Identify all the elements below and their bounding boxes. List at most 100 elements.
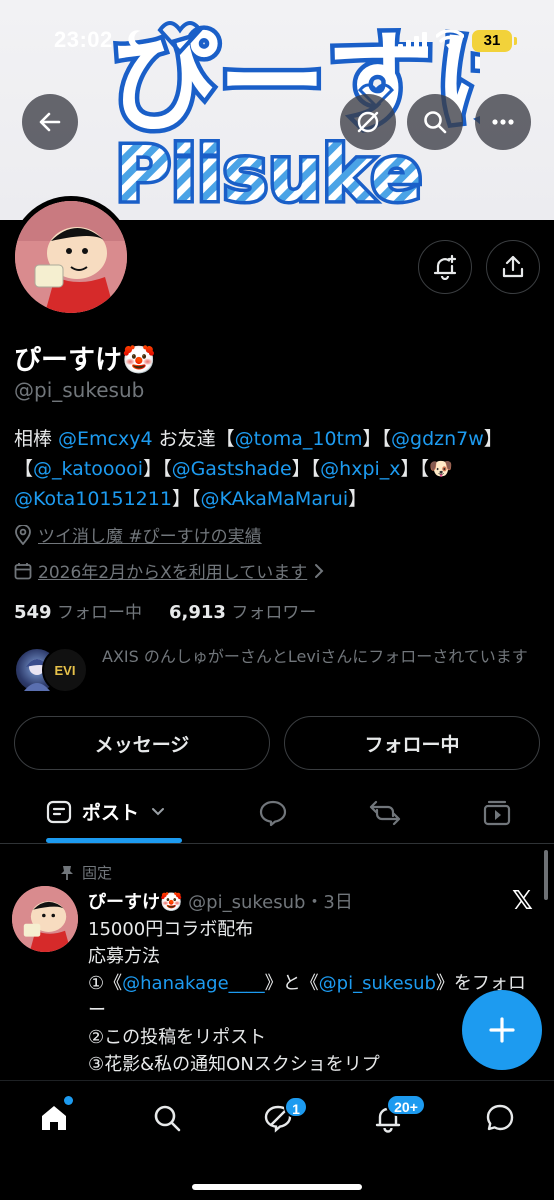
media-icon xyxy=(483,800,511,826)
status-bar: 23:02 31 xyxy=(0,0,554,80)
search-button[interactable] xyxy=(407,94,463,150)
bio-text: 】【🐶 xyxy=(400,458,453,480)
notify-subscribe-button[interactable] xyxy=(418,240,472,294)
bio-mention[interactable]: @hxpi_x xyxy=(320,458,400,480)
bio-mention[interactable]: @gdzn7w xyxy=(391,428,484,450)
pinned-label: 固定 xyxy=(82,864,113,882)
post-author-avatar[interactable] xyxy=(12,886,78,952)
followed-by-text: AXIS のんしゅがーさんとLeviさんにフォローされています xyxy=(102,647,528,666)
post-timestamp[interactable]: ・3日 xyxy=(305,892,352,913)
repost-icon xyxy=(369,800,401,826)
bio-mention[interactable]: @Gastshade xyxy=(172,458,292,480)
nav-search[interactable] xyxy=(143,1098,191,1138)
profile-name: ぴーすけ🤡 xyxy=(14,345,156,376)
search-icon xyxy=(154,1105,181,1132)
nav-messages[interactable] xyxy=(476,1098,524,1138)
post-text: 》と《 xyxy=(264,973,319,994)
bio-mention[interactable]: @toma_10tm xyxy=(235,428,363,450)
profile-bio: 相棒 @Emcxy4 お友達【@toma_10tm】【@gdzn7w】 【@_ka… xyxy=(14,424,544,514)
tab-active-indicator xyxy=(46,838,182,843)
nav-home[interactable] xyxy=(30,1096,78,1138)
more-horizontal-icon xyxy=(492,119,514,125)
x-logo-icon: 𝕏 xyxy=(512,886,533,916)
home-indicator xyxy=(192,1184,362,1190)
profile-handle: @pi_sukesub xyxy=(14,378,145,402)
post-line: ①《@hanakage____》と《@pi_sukesub》をフォロー xyxy=(88,970,528,1024)
search-icon xyxy=(424,111,447,134)
bio-mention[interactable]: @Kota10151211 xyxy=(14,488,172,510)
tab-reposts[interactable] xyxy=(368,798,402,832)
status-time: 23:02 xyxy=(54,27,113,52)
bio-mention[interactable]: @KAkaMaMarui xyxy=(200,488,348,510)
arrow-left-icon xyxy=(39,112,61,132)
following-label: フォロー中 xyxy=(56,603,142,623)
tab-posts-label: ポスト xyxy=(82,802,140,824)
nav-notifications-badge: 20+ xyxy=(386,1094,426,1116)
post-text: ①《 xyxy=(88,973,123,994)
home-unread-dot xyxy=(64,1096,73,1105)
wifi-icon xyxy=(436,30,464,50)
bio-text: 】 xyxy=(483,428,503,450)
bio-text: 相棒 xyxy=(14,428,59,450)
bio-text: 【 xyxy=(14,458,34,480)
profile-joined[interactable]: 2026年2月からXを利用しています xyxy=(14,558,325,583)
plus-icon xyxy=(489,1017,515,1043)
follow-counts: 549 フォロー中 6,913 フォロワー xyxy=(14,598,316,623)
calendar-icon xyxy=(14,562,32,579)
post-icon xyxy=(46,800,72,823)
post-author-name[interactable]: ぴーすけ🤡 xyxy=(88,892,182,913)
post-line: 15000円コラボ配布 xyxy=(88,919,254,940)
post-line: ③花影&私の通知ONスクショをリプ xyxy=(88,1054,380,1075)
share-upload-icon xyxy=(502,255,524,278)
home-icon xyxy=(42,1106,66,1130)
grok-icon xyxy=(357,111,379,133)
chevron-down-icon xyxy=(152,807,165,815)
followers-link[interactable]: 6,913 フォロワー xyxy=(169,602,316,623)
pin-icon xyxy=(61,865,73,880)
bio-text: 】【 xyxy=(171,488,201,510)
following-button[interactable]: フォロー中 xyxy=(284,716,540,770)
post-header: ぴーすけ🤡 @pi_sukesub・3日 xyxy=(88,888,353,914)
message-button[interactable]: メッセージ xyxy=(14,716,270,770)
profile-tabs: ポスト xyxy=(0,786,554,844)
followed-by[interactable]: EVI AXIS のんしゅがーさんとLeviさんにフォローされています xyxy=(14,644,544,700)
joined-text[interactable]: 2026年2月からXを利用しています xyxy=(38,558,307,583)
following-link[interactable]: 549 フォロー中 xyxy=(14,602,142,623)
profile-avatar[interactable] xyxy=(10,196,132,318)
avatar-image xyxy=(15,201,127,313)
post-body[interactable]: 15000円コラボ配布 応募方法 ①《@hanakage____》と《@pi_s… xyxy=(88,916,528,1078)
chat-bubble-icon xyxy=(486,1104,514,1131)
bio-text: 】【 xyxy=(291,458,321,480)
follower-avatar: EVI xyxy=(42,647,88,693)
location-pin-icon xyxy=(15,524,31,545)
post-author-handle[interactable]: @pi_sukesub xyxy=(188,892,305,913)
following-count: 549 xyxy=(14,602,52,623)
bio-text: お友達【 xyxy=(152,428,235,450)
bio-text: 】 xyxy=(348,488,368,510)
bio-mention[interactable]: @_katooooi xyxy=(33,458,143,480)
bell-plus-icon xyxy=(433,254,457,280)
avatar xyxy=(15,201,127,313)
tab-posts[interactable]: ポスト xyxy=(46,798,167,825)
compose-button[interactable] xyxy=(462,990,542,1070)
post-mention[interactable]: @hanakage____ xyxy=(122,973,265,994)
bio-mention-partner[interactable]: @Emcxy4 xyxy=(58,428,153,450)
bio-text: 】【 xyxy=(143,458,172,480)
location-text[interactable]: ツイ消し魔 #ぴーすけの実績 xyxy=(38,522,262,547)
follower-badge-text: EVI xyxy=(54,662,76,678)
tab-replies[interactable] xyxy=(258,798,288,832)
bio-text: 】【 xyxy=(362,428,392,450)
grok-button[interactable] xyxy=(340,94,396,150)
focus-moon-icon xyxy=(128,30,145,49)
profile-location: ツイ消し魔 #ぴーすけの実績 xyxy=(14,522,262,547)
cellular-signal-icon xyxy=(398,32,427,50)
pinned-indicator: 固定 xyxy=(60,862,112,883)
post-mention[interactable]: @pi_sukesub xyxy=(319,973,436,994)
tab-media[interactable] xyxy=(482,798,512,832)
avatar-image xyxy=(12,886,78,952)
post-line: 応募方法 xyxy=(88,946,160,967)
more-button[interactable] xyxy=(475,94,531,150)
scrollbar[interactable] xyxy=(544,850,548,900)
share-button[interactable] xyxy=(486,240,540,294)
back-button[interactable] xyxy=(22,94,78,150)
